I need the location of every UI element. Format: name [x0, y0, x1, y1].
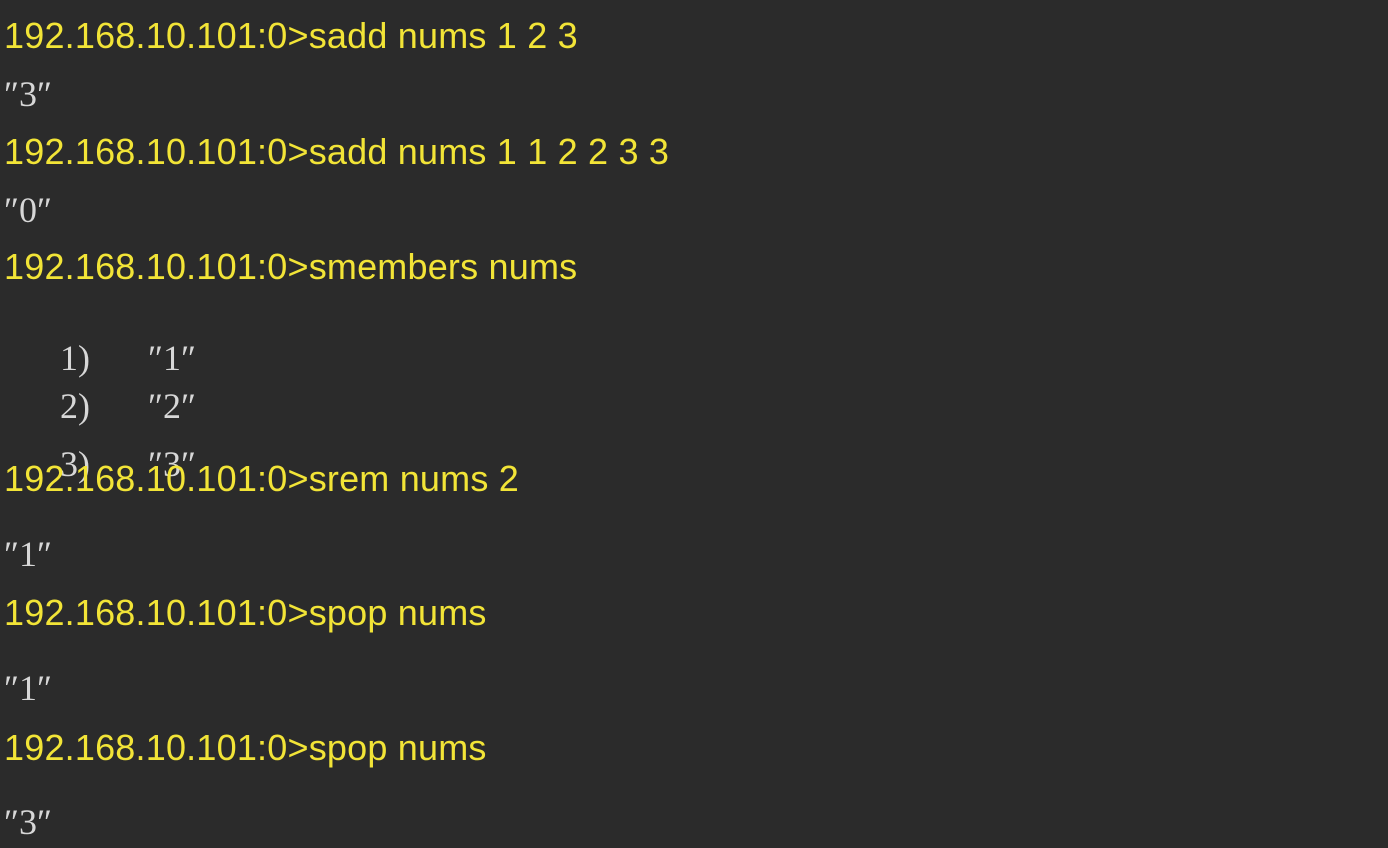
command-output: ″1″	[4, 534, 52, 574]
command-output: ″0″	[4, 190, 52, 230]
command-line: 192.168.10.101:0>spop nums	[4, 592, 487, 633]
command-output: ″3″	[4, 802, 52, 842]
command-output: ″1″	[4, 668, 52, 708]
command-line: 192.168.10.101:0>sadd nums 1 2 3	[4, 15, 578, 56]
command-line: 192.168.10.101:0>srem nums 2	[4, 458, 519, 499]
command-output: ″3″	[4, 74, 52, 114]
command-line: 192.168.10.101:0>smembers nums	[4, 246, 578, 287]
terminal-window[interactable]: 192.168.10.101:0>sadd nums 1 2 3 ″3″ 192…	[0, 0, 1388, 848]
command-line: 192.168.10.101:0>spop nums	[4, 727, 487, 768]
command-line: 192.168.10.101:0>sadd nums 1 1 2 2 3 3	[4, 131, 670, 172]
